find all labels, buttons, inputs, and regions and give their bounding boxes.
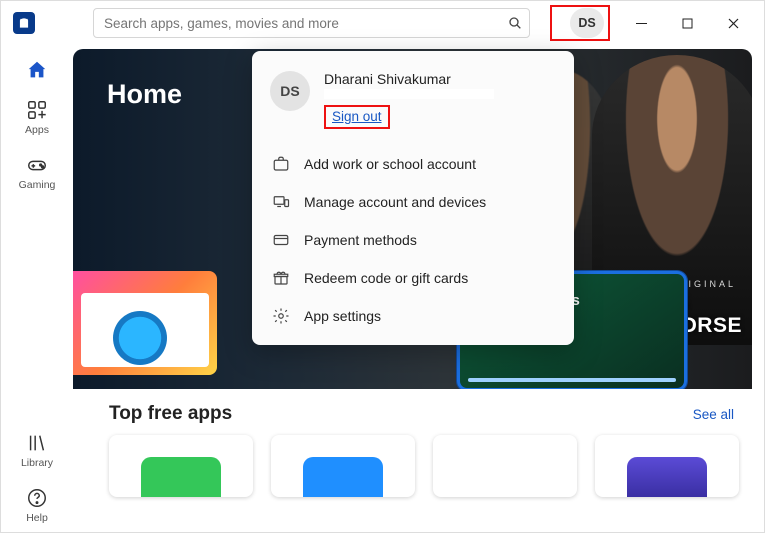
section-title: Top free apps [109,403,232,425]
gaming-icon [26,154,48,176]
app-card[interactable] [433,435,577,497]
sidebar-item-label: Apps [25,124,49,136]
window-close-button[interactable] [710,3,756,43]
credit-card-icon [272,231,290,249]
flyout-item-label: Redeem code or gift cards [304,270,468,286]
flyout-user-name: Dharani Shivakumar [324,71,494,87]
help-icon [26,487,48,509]
gear-icon [272,307,290,325]
account-avatar-button[interactable]: DS [570,8,604,38]
search-icon[interactable] [507,15,523,31]
search-input[interactable] [104,16,507,31]
sidebar-item-gaming[interactable]: Gaming [7,146,67,199]
see-all-link[interactable]: See all [693,407,734,422]
sidebar-item-label: Help [26,512,48,524]
flyout-item-label: Payment methods [304,232,417,248]
hero-thumb-card[interactable] [73,271,217,375]
account-flyout: DS Dharani Shivakumar Sign out Add work … [252,51,574,345]
app-card[interactable] [595,435,739,497]
page-title: Home [107,79,182,110]
flyout-item-add-account[interactable]: Add work or school account [266,145,560,183]
sidebar-item-label: Library [21,457,53,469]
sidebar-item-home[interactable] [7,51,67,89]
gift-icon [272,269,290,287]
window-minimize-button[interactable] [618,3,664,43]
window-maximize-button[interactable] [664,3,710,43]
flyout-user-email [324,89,494,99]
sidebar-item-library[interactable]: Library [7,424,67,477]
flyout-item-payment[interactable]: Payment methods [266,221,560,259]
flyout-item-manage-account[interactable]: Manage account and devices [266,183,560,221]
sidebar: Apps Gaming Library Help [1,45,73,532]
search-field[interactable] [93,8,530,38]
sidebar-item-apps[interactable]: Apps [7,91,67,144]
sign-out-link[interactable]: Sign out [332,109,382,124]
flyout-item-label: Manage account and devices [304,194,486,210]
hero-carousel-indicator [468,378,676,382]
flyout-item-label: App settings [304,308,381,324]
library-icon [26,432,48,454]
devices-icon [272,193,290,211]
flyout-avatar: DS [270,71,310,111]
app-card-row [73,435,764,497]
app-card[interactable] [109,435,253,497]
flyout-item-label: Add work or school account [304,156,476,172]
flyout-item-settings[interactable]: App settings [266,297,560,335]
flyout-item-redeem[interactable]: Redeem code or gift cards [266,259,560,297]
briefcase-icon [272,155,290,173]
app-card[interactable] [271,435,415,497]
apps-icon [26,99,48,121]
sidebar-item-help[interactable]: Help [7,479,67,532]
sidebar-item-label: Gaming [19,179,56,191]
store-logo-icon [13,12,35,34]
home-icon [26,59,48,81]
